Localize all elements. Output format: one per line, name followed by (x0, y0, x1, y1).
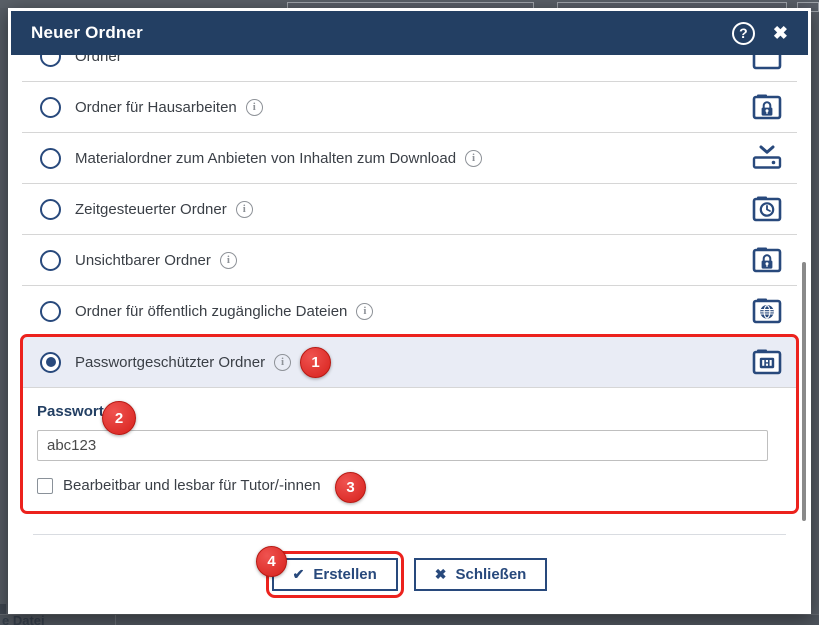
close-button[interactable]: ✖ Schließen (414, 558, 548, 591)
dialog-title: Neuer Ordner (31, 23, 143, 43)
dimmed-partial-label: e Datei (2, 614, 45, 625)
screenshot-root: e Datei Neuer Ordner ? ✖ Ordner (0, 0, 819, 625)
help-icon[interactable]: ? (732, 22, 755, 45)
password-input[interactable] (37, 430, 768, 461)
close-button-label: Schließen (455, 566, 526, 583)
info-icon[interactable]: i (246, 99, 263, 116)
option-label: Ordner für öffentlich zugängliche Dateie… (75, 303, 347, 320)
required-marker: * (107, 403, 113, 420)
option-row-passwortgeschuetzt[interactable]: Passwortgeschützter Ordner i (22, 337, 797, 388)
dimmed-background-toolbar (0, 0, 819, 8)
close-icon[interactable]: ✖ (773, 24, 788, 42)
option-row-unsichtbar[interactable]: Unsichtbarer Ordner i (22, 235, 797, 286)
info-icon[interactable]: i (465, 150, 482, 167)
radio-unsichtbar[interactable] (40, 250, 61, 271)
tutor-checkbox-label: Bearbeitbar und lesbar für Tutor/-innen (63, 477, 321, 494)
folder-clock-icon (749, 194, 785, 224)
radio-hausarbeiten[interactable] (40, 97, 61, 118)
password-label: Passwort (37, 403, 104, 420)
folder-icon (749, 55, 785, 72)
scrollbar-thumb[interactable] (802, 262, 806, 521)
option-label: Ordner für Hausarbeiten (75, 99, 237, 116)
folder-globe-icon (749, 296, 785, 326)
radio-passwortgeschuetzt-selected[interactable] (40, 352, 61, 373)
info-icon[interactable]: i (274, 354, 291, 371)
folder-download-icon (749, 143, 785, 173)
folder-keypad-icon (749, 347, 785, 377)
radio-ordner[interactable] (40, 55, 61, 67)
new-folder-dialog: Neuer Ordner ? ✖ Ordner (8, 8, 811, 614)
footer-divider (33, 534, 786, 535)
password-form: Passwort* Bearbeitbar und lesbar für Tut… (22, 388, 797, 511)
folder-lock-icon (749, 92, 785, 122)
option-row-zeitgesteuert[interactable]: Zeitgesteuerter Ordner i (22, 184, 797, 235)
option-row-materialordner[interactable]: Materialordner zum Anbieten von Inhalten… (22, 133, 797, 184)
tutor-checkbox[interactable] (37, 478, 53, 494)
dimmed-column-divider (115, 615, 116, 625)
option-row-hausarbeiten[interactable]: Ordner für Hausarbeiten i (22, 82, 797, 133)
option-label: Ordner (75, 55, 122, 65)
dimmed-background-fragment (0, 604, 6, 614)
radio-materialordner[interactable] (40, 148, 61, 169)
create-button-label: Erstellen (313, 566, 376, 583)
check-icon: ✔ (293, 566, 305, 583)
option-label: Materialordner zum Anbieten von Inhalten… (75, 150, 456, 167)
x-icon: ✖ (435, 566, 447, 583)
option-label: Zeitgesteuerter Ordner (75, 201, 227, 218)
info-icon[interactable]: i (236, 201, 253, 218)
dialog-footer: ✔ Erstellen ✖ Schließen (22, 558, 797, 591)
option-label: Unsichtbarer Ordner (75, 252, 211, 269)
info-icon[interactable]: i (356, 303, 373, 320)
dimmed-background-table-header: e Datei (0, 614, 819, 625)
folder-lock-icon (749, 245, 785, 275)
selected-option-group: Passwortgeschützter Ordner i Passwort* B… (22, 337, 797, 511)
radio-zeitgesteuert[interactable] (40, 199, 61, 220)
dialog-body: Ordner Ordner für Hausarbeiten i (11, 55, 808, 591)
create-button[interactable]: ✔ Erstellen (272, 558, 398, 591)
option-row-ordner-clipped[interactable]: Ordner (22, 55, 797, 82)
option-label: Passwortgeschützter Ordner (75, 354, 265, 371)
info-icon[interactable]: i (220, 252, 237, 269)
option-row-oeffentlich[interactable]: Ordner für öffentlich zugängliche Dateie… (22, 286, 797, 337)
dialog-header: Neuer Ordner ? ✖ (11, 11, 808, 55)
radio-oeffentlich[interactable] (40, 301, 61, 322)
